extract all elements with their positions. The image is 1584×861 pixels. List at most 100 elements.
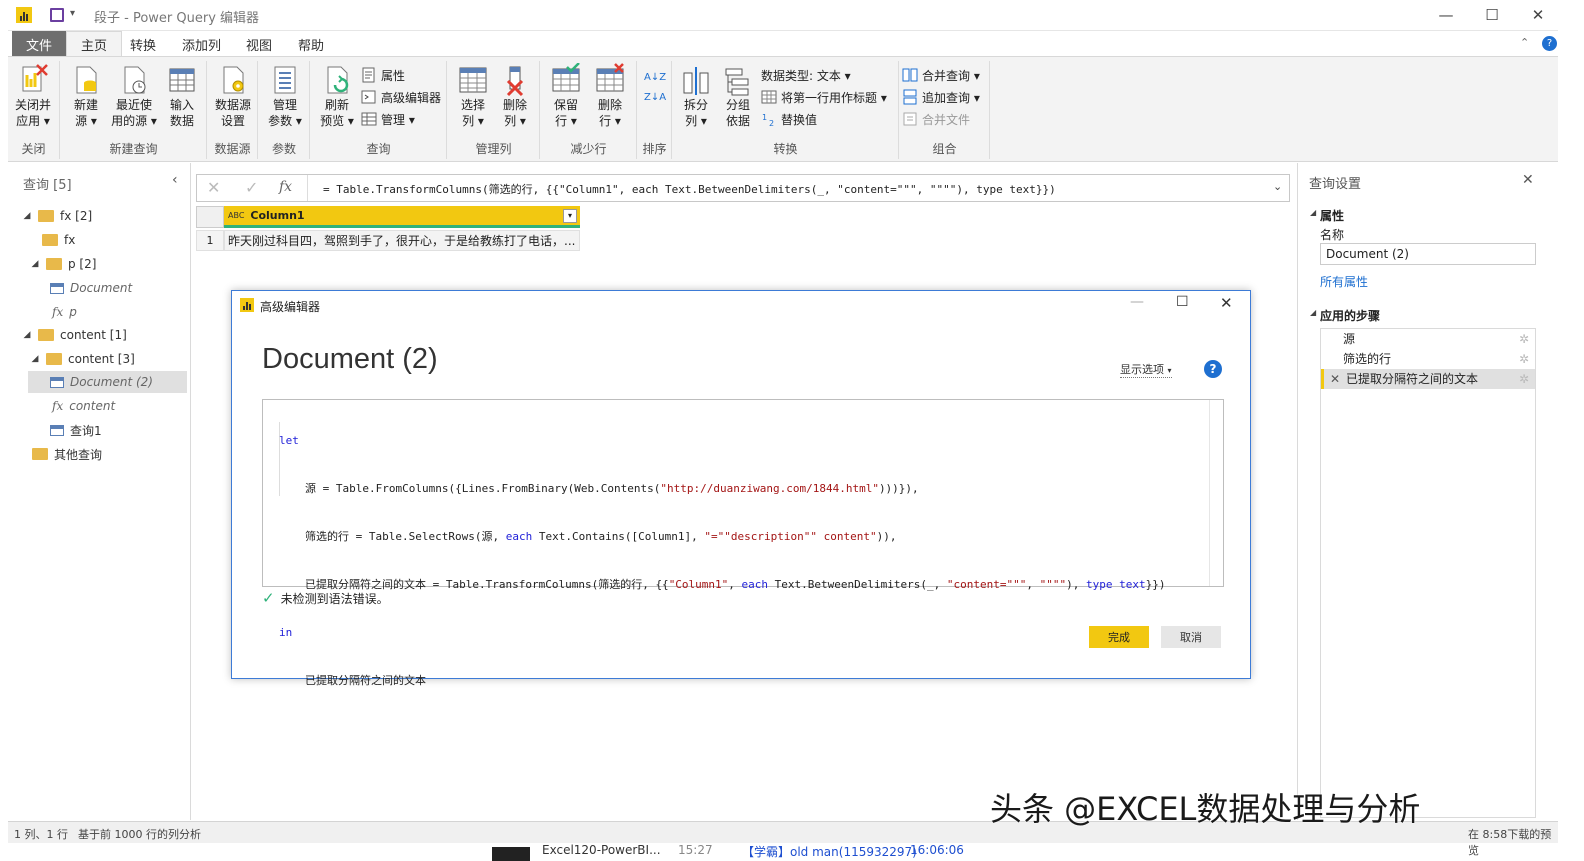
- tab-view[interactable]: 视图: [232, 31, 286, 57]
- remove-rows-button[interactable]: 删除 行 ▾: [589, 63, 631, 133]
- tree-item-content-3[interactable]: ◢ content [3]: [30, 348, 135, 370]
- append-queries-icon: [903, 89, 917, 105]
- split-column-button[interactable]: 拆分 列 ▾: [675, 63, 717, 133]
- manage-button[interactable]: 管理 ▾: [361, 109, 415, 129]
- table-menu-button[interactable]: [196, 206, 224, 228]
- group-reduce-rows: 保留 行 ▾ 删除 行 ▾ 减少行: [541, 61, 637, 159]
- group-data-source: 数据源 设置 数据源: [208, 61, 258, 159]
- text-type-icon[interactable]: ABC: [228, 211, 244, 220]
- enter-data-icon: [169, 68, 195, 92]
- collapse-panel-icon[interactable]: ‹: [172, 172, 178, 188]
- new-source-icon: [76, 66, 97, 94]
- dialog-close-button[interactable]: ✕: [1220, 294, 1233, 312]
- maximize-button[interactable]: ☐: [1469, 0, 1515, 30]
- tab-add-column[interactable]: 添加列: [168, 31, 235, 57]
- dialog-maximize-button[interactable]: ☐: [1176, 294, 1189, 310]
- close-button[interactable]: ✕: [1515, 0, 1561, 30]
- recent-sources-button[interactable]: 最近使 用的源 ▾: [109, 63, 159, 133]
- tree-item-content-1[interactable]: ◢ content [1]: [22, 324, 127, 346]
- minimize-button[interactable]: —: [1423, 0, 1469, 30]
- step-extracted-text[interactable]: ✕ 已提取分隔符之间的文本 ✲: [1321, 369, 1535, 389]
- data-type-dropdown[interactable]: 数据类型: 文本 ▾: [761, 65, 851, 85]
- tab-file[interactable]: 文件: [12, 31, 66, 57]
- first-row-header-button[interactable]: 将第一行用作标题 ▾: [761, 87, 887, 107]
- help-icon[interactable]: ?: [1542, 36, 1557, 51]
- collapse-ribbon-icon[interactable]: ⌃: [1520, 36, 1529, 49]
- close-settings-icon[interactable]: ✕: [1522, 172, 1534, 188]
- tab-help[interactable]: 帮助: [284, 31, 338, 57]
- advanced-editor-button[interactable]: 高级编辑器: [361, 87, 441, 107]
- delete-step-icon[interactable]: ✕: [1330, 369, 1340, 389]
- formula-input[interactable]: = Table.TransformColumns(筛选的行, {{"Column…: [323, 181, 1263, 197]
- gear-icon[interactable]: ✲: [1519, 369, 1529, 389]
- properties-button[interactable]: 属性: [361, 65, 405, 85]
- dialog-minimize-button[interactable]: —: [1130, 294, 1144, 310]
- enter-data-button[interactable]: 输入 数据: [161, 63, 203, 133]
- done-button[interactable]: 完成: [1089, 626, 1149, 648]
- display-options-dropdown[interactable]: 显示选项 ▾: [1120, 361, 1172, 378]
- close-apply-icon: [22, 64, 48, 92]
- fx-icon[interactable]: fx: [279, 179, 292, 195]
- expand-formula-icon[interactable]: ⌄: [1273, 180, 1282, 193]
- tree-item-fx[interactable]: fx: [42, 229, 75, 251]
- gear-icon[interactable]: ✲: [1519, 329, 1529, 349]
- refresh-preview-button[interactable]: 刷新 预览 ▾: [315, 63, 359, 133]
- tree-item-p-group[interactable]: ◢ p [2]: [30, 253, 97, 275]
- cancel-button[interactable]: 取消: [1161, 626, 1221, 648]
- group-combine: 合并查询 ▾ 追加查询 ▾ 合并文件 组合: [900, 61, 990, 159]
- table-icon: [50, 376, 64, 388]
- qat-dropdown-icon[interactable]: ▾: [70, 8, 75, 19]
- new-source-button[interactable]: 新建 源 ▾: [65, 63, 107, 133]
- remove-columns-button[interactable]: 删除 列 ▾: [494, 63, 536, 133]
- gear-icon[interactable]: ✲: [1519, 349, 1529, 369]
- watermark: 头条 @EXCEL数据处理与分析: [990, 790, 1421, 828]
- merge-queries-icon: [902, 68, 918, 82]
- dialog-doc-title: Document (2): [262, 343, 438, 375]
- cancel-formula-icon[interactable]: ✕: [207, 178, 220, 197]
- manage-icon: [361, 112, 377, 126]
- commit-formula-icon[interactable]: ✓: [245, 178, 258, 197]
- manage-params-button[interactable]: 管理 参数 ▾: [262, 63, 308, 133]
- sort-ascending-button[interactable]: A↓Z: [644, 67, 666, 87]
- tab-transform[interactable]: 转换: [116, 31, 170, 57]
- save-icon[interactable]: [50, 8, 64, 22]
- data-source-settings-button[interactable]: 数据源 设置: [210, 63, 256, 133]
- data-source-settings-icon: [223, 66, 244, 94]
- table-icon: [50, 282, 64, 294]
- tree-item-content[interactable]: fx content: [52, 395, 115, 417]
- step-filtered-rows[interactable]: 筛选的行 ✲: [1321, 349, 1535, 369]
- tab-home[interactable]: 主页: [66, 31, 123, 57]
- combine-files-button[interactable]: 合并文件: [902, 109, 970, 129]
- replace-values-button[interactable]: 12 替换值: [761, 109, 817, 129]
- background-taskbar: Excel120-PowerBI... 15:27 【学霸】old man(11…: [480, 843, 1000, 861]
- row-number: 1: [196, 230, 224, 251]
- append-queries-button[interactable]: 追加查询 ▾: [902, 87, 980, 107]
- status-preview-time: 在 8:58下载的预览: [1468, 828, 1552, 857]
- tree-item-query1[interactable]: 查询1: [50, 419, 102, 441]
- status-row-count: 1 列、1 行: [14, 828, 68, 841]
- tree-item-document[interactable]: Document: [50, 277, 132, 299]
- tree-item-fx-group[interactable]: ◢ fx [2]: [22, 205, 93, 227]
- name-input[interactable]: Document (2): [1320, 243, 1536, 265]
- column-header[interactable]: ABC Column1 ▾: [224, 206, 580, 228]
- tree-item-document-2[interactable]: Document (2): [28, 371, 187, 393]
- close-apply-button[interactable]: 关闭并 应用 ▾: [12, 63, 54, 133]
- group-query: 刷新 预览 ▾ 属性 高级编辑器 管理 ▾ 查询: [311, 61, 447, 159]
- tree-item-other-queries[interactable]: 其他查询: [32, 443, 102, 465]
- tree-item-p[interactable]: fx p: [52, 301, 77, 323]
- all-properties-link[interactable]: 所有属性: [1320, 273, 1368, 290]
- code-editor[interactable]: let 源 = Table.FromColumns({Lines.FromBin…: [262, 399, 1224, 687]
- function-icon: fx: [52, 399, 64, 413]
- merge-queries-button[interactable]: 合并查询 ▾: [902, 65, 980, 85]
- svg-text:2: 2: [769, 119, 774, 127]
- step-source[interactable]: 源 ✲: [1321, 329, 1535, 349]
- filter-dropdown-icon[interactable]: ▾: [563, 208, 577, 223]
- dialog-help-icon[interactable]: ?: [1204, 360, 1222, 378]
- sort-descending-button[interactable]: Z↓A: [644, 87, 666, 107]
- choose-columns-button[interactable]: 选择 列 ▾: [452, 63, 494, 133]
- keep-rows-button[interactable]: 保留 行 ▾: [545, 63, 587, 133]
- formula-bar: ✕ ✓ fx = Table.TransformColumns(筛选的行, {{…: [196, 174, 1290, 202]
- table-header-icon: [761, 90, 777, 104]
- cell-value[interactable]: 昨天刚过科目四，驾照到手了，很开心，于是给教练打了电话，...: [224, 230, 580, 251]
- group-by-button[interactable]: 分组 依据: [717, 63, 759, 133]
